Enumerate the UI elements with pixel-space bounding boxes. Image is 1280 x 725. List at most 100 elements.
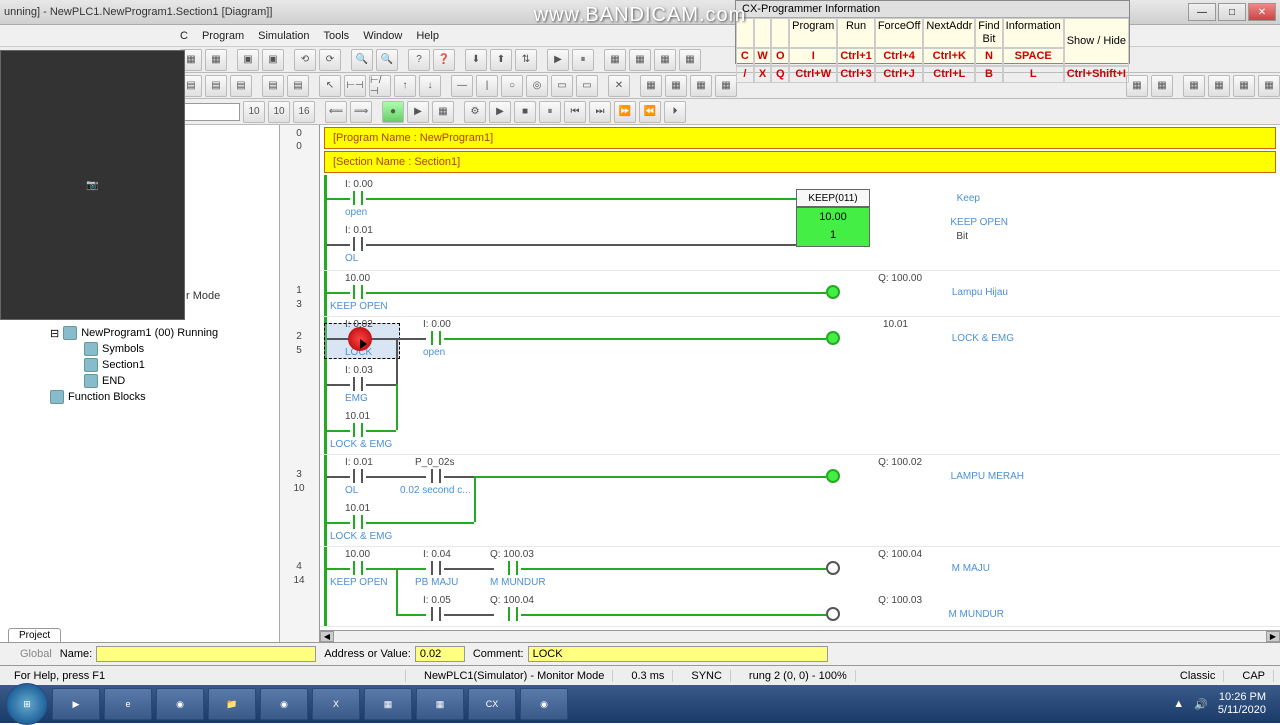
tb-btn[interactable]: ▦ <box>1151 75 1173 97</box>
task-app1[interactable]: ▦ <box>364 688 412 720</box>
tb-btn[interactable]: ▦ <box>629 49 651 71</box>
tb-btn[interactable]: ▦ <box>604 49 626 71</box>
task-ie[interactable]: e <box>104 688 152 720</box>
start-button[interactable]: ⊞ <box>6 683 48 725</box>
tb-btn[interactable]: ▦ <box>1258 75 1280 97</box>
task-chrome2[interactable]: ◉ <box>260 688 308 720</box>
tb-btn[interactable]: ▤ <box>205 75 227 97</box>
tb-btn[interactable]: ▦ <box>640 75 662 97</box>
tb-btn[interactable]: ▦ <box>715 75 737 97</box>
tb-btn[interactable]: ◎ <box>526 75 548 97</box>
tray-flag-icon[interactable]: ▲ <box>1173 698 1184 710</box>
tree-end[interactable]: END <box>50 373 218 389</box>
contact-keep-open[interactable] <box>350 285 366 299</box>
tb-btn[interactable]: ⟸ <box>325 101 347 123</box>
task-media[interactable]: ▶ <box>52 688 100 720</box>
tb-btn[interactable]: ▭ <box>551 75 573 97</box>
contact-m-maju[interactable] <box>505 607 521 621</box>
tb-btn[interactable]: ▦ <box>1208 75 1230 97</box>
ladder-diagram[interactable]: 0 0 1 3 2 5 3 10 4 14 [Program Name : Ne… <box>280 125 1280 642</box>
tb-btn[interactable]: ▦ <box>1126 75 1148 97</box>
tb-btn[interactable]: ⚙ <box>464 101 486 123</box>
task-excel[interactable]: X <box>312 688 360 720</box>
tb-btn[interactable]: 10 <box>243 101 265 123</box>
tb-btn[interactable]: ⏮ <box>564 101 586 123</box>
tb-btn[interactable]: ⏵ <box>664 101 686 123</box>
tb-btn[interactable]: ▦ <box>679 49 701 71</box>
task-app2[interactable]: ▦ <box>416 688 464 720</box>
contact-open[interactable] <box>350 191 366 205</box>
coil-m-maju[interactable] <box>826 561 840 575</box>
contact-open2[interactable] <box>428 331 444 345</box>
menu-program[interactable]: Program <box>202 30 244 42</box>
contact-ol[interactable] <box>350 237 366 251</box>
tree-function-blocks[interactable]: Function Blocks <box>50 389 218 405</box>
tray-speaker-icon[interactable]: 🔊 <box>1194 698 1208 711</box>
tb-btn[interactable]: ⬇ <box>465 49 487 71</box>
name-input[interactable] <box>96 646 316 662</box>
tb-stop[interactable]: ■ <box>514 101 536 123</box>
tb-coil[interactable]: ○ <box>501 75 523 97</box>
tb-btn[interactable]: ↓ <box>419 75 441 97</box>
tb-btn[interactable]: ⇅ <box>515 49 537 71</box>
tb-btn[interactable]: — <box>451 75 473 97</box>
tb-btn[interactable]: ↑ <box>394 75 416 97</box>
task-chrome[interactable]: ◉ <box>156 688 204 720</box>
tb-btn[interactable]: | <box>476 75 498 97</box>
tb-btn[interactable]: ▦ <box>1233 75 1255 97</box>
tb-btn[interactable]: ▦ <box>665 75 687 97</box>
scroll-left-button[interactable]: ◀ <box>320 631 334 642</box>
tb-btn[interactable]: ▦ <box>1183 75 1205 97</box>
tb-contact-no[interactable]: ⊢⊣ <box>344 75 366 97</box>
tb-btn[interactable]: 10 <box>268 101 290 123</box>
tree-program[interactable]: ⊟ NewProgram1 (00) Running <box>50 325 218 341</box>
tb-pointer[interactable]: ↖ <box>319 75 341 97</box>
minimize-button[interactable]: — <box>1188 3 1216 21</box>
tb-btn[interactable]: ▦ <box>690 75 712 97</box>
tb-btn[interactable]: ⟹ <box>350 101 372 123</box>
tb-btn[interactable]: ▦ <box>432 101 454 123</box>
system-tray[interactable]: ▲ 🔊 10:26 PM 5/11/2020 <box>1173 691 1274 717</box>
tb-btn[interactable]: ▤ <box>230 75 252 97</box>
contact-ol2[interactable] <box>350 469 366 483</box>
tb-btn[interactable]: ▤ <box>262 75 284 97</box>
task-explorer[interactable]: 📁 <box>208 688 256 720</box>
tb-btn[interactable]: ▦ <box>205 49 227 71</box>
tb-btn[interactable]: ❓ <box>433 49 455 71</box>
contact-m-mundur[interactable] <box>505 561 521 575</box>
tree-symbols[interactable]: Symbols <box>50 341 218 357</box>
tb-pause[interactable]: ⏸ <box>539 101 561 123</box>
maximize-button[interactable]: □ <box>1218 3 1246 21</box>
tb-btn[interactable]: ⏸ <box>572 49 594 71</box>
tb-contact-nc[interactable]: ⊢/⊣ <box>369 75 391 97</box>
tb-btn[interactable]: ▶ <box>407 101 429 123</box>
tb-btn[interactable]: ⬆ <box>490 49 512 71</box>
task-cx[interactable]: CX <box>468 688 516 720</box>
tb-btn[interactable]: ▣ <box>237 49 259 71</box>
coil-lock-emg[interactable] <box>826 331 840 345</box>
tb-btn[interactable]: ▣ <box>262 49 284 71</box>
comment-input[interactable] <box>528 646 828 662</box>
tb-btn[interactable]: ▤ <box>287 75 309 97</box>
tb-btn[interactable]: ⏪ <box>639 101 661 123</box>
keep-operand[interactable]: 10.00 1 <box>796 207 870 247</box>
tb-btn[interactable]: 16 <box>293 101 315 123</box>
contact-timer[interactable] <box>428 469 444 483</box>
tb-btn[interactable]: 🔍 <box>376 49 398 71</box>
keep-instruction[interactable]: KEEP(011) <box>796 189 870 207</box>
tb-btn[interactable]: ▭ <box>576 75 598 97</box>
tb-btn[interactable]: ⏭ <box>589 101 611 123</box>
coil-lampu-merah[interactable] <box>826 469 840 483</box>
tb-btn[interactable]: ▶ <box>489 101 511 123</box>
contact-keep-open2[interactable] <box>350 561 366 575</box>
menu-help[interactable]: Help <box>416 30 439 42</box>
contact-emg[interactable] <box>350 377 366 391</box>
menu-window[interactable]: Window <box>363 30 402 42</box>
coil-lampu-hijau[interactable] <box>826 285 840 299</box>
contact-pb-mundur[interactable] <box>428 607 444 621</box>
address-input[interactable] <box>415 646 465 662</box>
tb-btn[interactable]: ▶ <box>547 49 569 71</box>
menu-simulation[interactable]: Simulation <box>258 30 309 42</box>
tb-combo[interactable] <box>180 103 240 121</box>
project-tab[interactable]: Project <box>8 628 61 642</box>
